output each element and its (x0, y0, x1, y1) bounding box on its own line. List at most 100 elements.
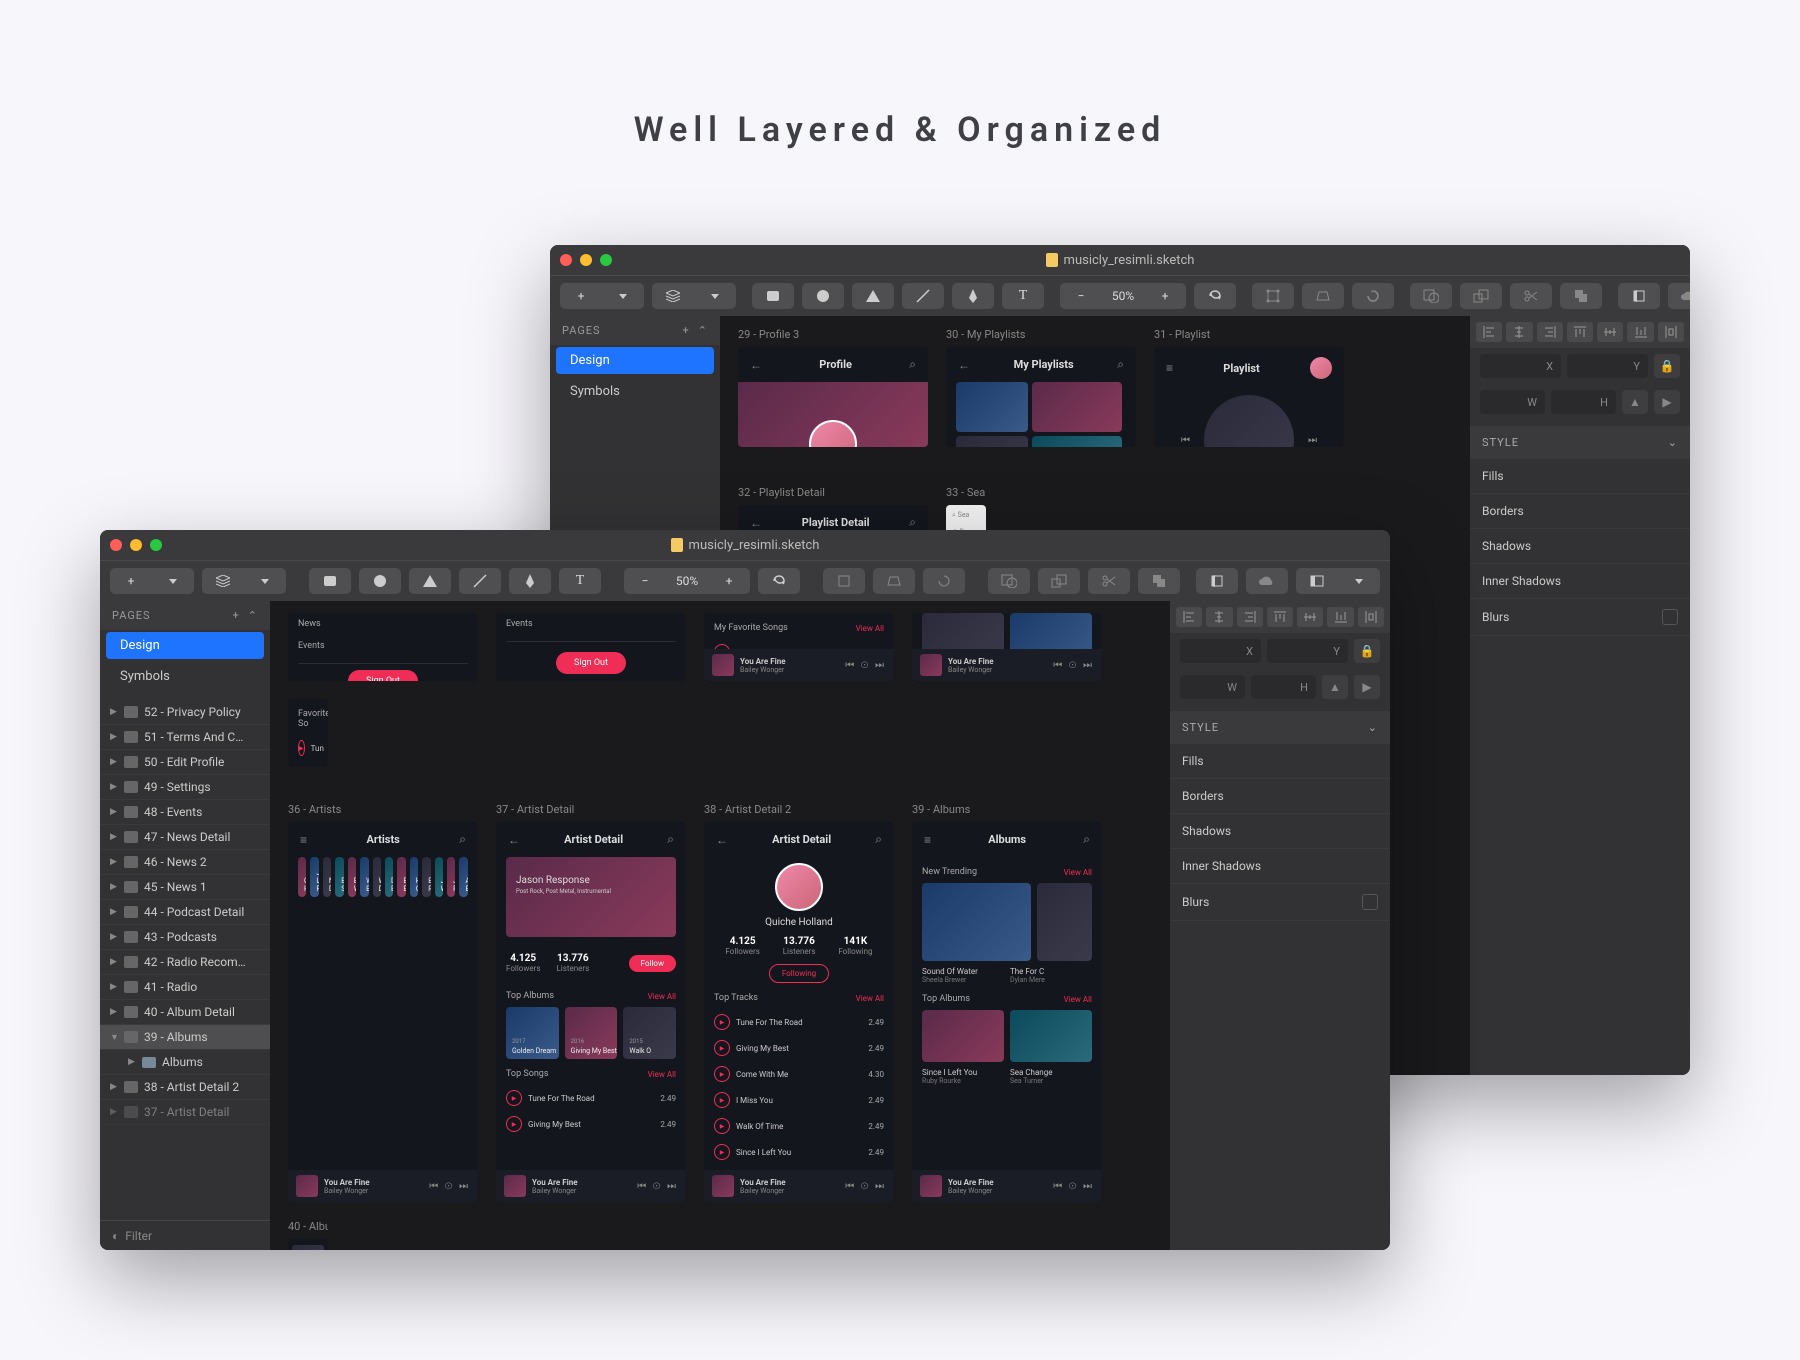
shape-oval-icon[interactable] (359, 568, 401, 594)
style-section[interactable]: STYLE⌄ (1470, 426, 1690, 459)
blurs-item[interactable]: Blurs (1170, 884, 1390, 921)
shape-oval-icon[interactable] (802, 283, 844, 309)
layer-row[interactable]: ▶46 - News 2 (100, 850, 270, 875)
layer-row[interactable]: ▶43 - Podcasts (100, 925, 270, 950)
mask-icon[interactable] (1410, 283, 1452, 309)
shadows-item[interactable]: Shadows (1470, 529, 1690, 564)
filter-input[interactable]: ◐Filter (100, 1220, 270, 1250)
layer-row[interactable]: ▶45 - News 1 (100, 875, 270, 900)
canvas[interactable]: NewsEvents Sign Out Events Sign Out My F… (270, 601, 1170, 1250)
shadows-item[interactable]: Shadows (1170, 814, 1390, 849)
mirror-icon[interactable] (1618, 283, 1660, 309)
titlebar[interactable]: musicly_resimli.sketch (550, 245, 1690, 275)
w-field[interactable]: W (1180, 675, 1245, 699)
page-symbols[interactable]: Symbols (100, 661, 270, 692)
vector-pen-icon[interactable] (952, 283, 994, 309)
style-section[interactable]: STYLE⌄ (1170, 711, 1390, 744)
align-bottom-icon[interactable] (1627, 322, 1653, 342)
avatar[interactable] (1310, 357, 1332, 379)
layer-row[interactable]: ▶44 - Podcast Detail (100, 900, 270, 925)
menu-icon[interactable]: ≡ (924, 833, 931, 847)
player-controls[interactable]: ⏮ ⊙ ⏭ (845, 660, 886, 671)
back-icon[interactable]: ← (716, 833, 728, 847)
vector-pen-icon[interactable] (509, 568, 551, 594)
align-right-icon[interactable] (1537, 322, 1563, 342)
shape-line-icon[interactable] (459, 568, 501, 594)
titlebar[interactable]: musicly_resimli.sketch (100, 530, 1390, 560)
zoom-level[interactable]: 50% (1102, 283, 1144, 309)
borders-item[interactable]: Borders (1470, 494, 1690, 529)
flip-h-icon[interactable]: ▲ (1622, 390, 1648, 414)
fills-item[interactable]: Fills (1170, 744, 1390, 779)
lock-icon[interactable]: 🔒 (1654, 354, 1680, 378)
flip-v-icon[interactable]: ▶ (1354, 675, 1380, 699)
align-top-icon[interactable] (1567, 322, 1593, 342)
layer-row[interactable]: ▶50 - Edit Profile (100, 750, 270, 775)
borders-item[interactable]: Borders (1170, 779, 1390, 814)
layers-icon[interactable] (202, 568, 244, 594)
blurs-item[interactable]: Blurs (1470, 599, 1690, 636)
x-field[interactable]: X (1180, 639, 1261, 663)
add-page-icon[interactable]: + (233, 609, 240, 622)
layer-row[interactable]: ▶40 - Album Detail (100, 1000, 270, 1025)
search-icon[interactable]: ⌕ (909, 357, 916, 372)
layer-row[interactable]: ▶Albums (100, 1050, 270, 1075)
edit-icon[interactable] (1252, 283, 1294, 309)
insert-button[interactable]: + (110, 568, 152, 594)
add-page-icon[interactable]: + (683, 324, 690, 337)
union-icon[interactable] (1560, 283, 1602, 309)
layers-icon[interactable] (652, 283, 694, 309)
prev-icon[interactable]: ⏮ (1181, 435, 1190, 446)
menu-icon[interactable]: ≡ (300, 833, 307, 847)
layers-chevron[interactable] (694, 283, 736, 309)
search-icon[interactable]: ⌕ (667, 832, 674, 847)
shape-rect-icon[interactable] (309, 568, 351, 594)
search-icon[interactable]: ⌕ (909, 515, 916, 530)
insert-chevron[interactable] (602, 283, 644, 309)
scissors-icon[interactable] (1510, 283, 1552, 309)
zoom-in-button[interactable]: + (708, 568, 750, 594)
mirror-icon[interactable] (1196, 568, 1238, 594)
page-design[interactable]: Design (556, 347, 714, 374)
follow-button[interactable]: Follow (629, 955, 676, 972)
next-icon[interactable]: ⏭ (1308, 435, 1317, 446)
layer-row[interactable]: ▶52 - Privacy Policy (100, 700, 270, 725)
shape-triangle-icon[interactable] (409, 568, 451, 594)
search-icon[interactable]: ⌕ (1083, 832, 1090, 847)
text-icon[interactable]: T (1002, 283, 1044, 309)
inner-shadows-item[interactable]: Inner Shadows (1470, 564, 1690, 599)
cloud-icon[interactable] (1668, 283, 1690, 309)
rotate-icon[interactable] (1194, 283, 1236, 309)
zoom-in-button[interactable]: + (1144, 283, 1186, 309)
layer-row[interactable]: ▶51 - Terms And C… (100, 725, 270, 750)
back-icon[interactable]: ← (508, 833, 520, 847)
layer-row[interactable]: ▶41 - Radio (100, 975, 270, 1000)
search-icon[interactable]: ⌕ (1117, 357, 1124, 372)
collapse-pages-icon[interactable]: ⌃ (248, 609, 258, 622)
back-icon[interactable]: ← (750, 516, 762, 530)
rotate2-icon[interactable] (1352, 283, 1394, 309)
layer-row[interactable]: ▶42 - Radio Recom… (100, 950, 270, 975)
h-field[interactable]: H (1251, 675, 1316, 699)
text-icon[interactable]: T (559, 568, 601, 594)
layer-row[interactable]: ▶37 - Artist Detail (100, 1100, 270, 1125)
layer-row[interactable]: ▼39 - Albums (100, 1025, 270, 1050)
inner-shadows-item[interactable]: Inner Shadows (1170, 849, 1390, 884)
sign-out-button[interactable]: Sign Out (348, 670, 418, 681)
rotate-icon[interactable] (758, 568, 800, 594)
search-icon[interactable]: ⌕ (459, 832, 466, 847)
align-center-icon[interactable] (1506, 322, 1532, 342)
back-icon[interactable]: ← (958, 358, 970, 372)
insert-button[interactable]: + (560, 283, 602, 309)
search-icon[interactable]: ⌕ (875, 832, 882, 847)
back-icon[interactable]: ← (750, 358, 762, 372)
layer-row[interactable]: ▶47 - News Detail (100, 825, 270, 850)
sign-out-button[interactable]: Sign Out (556, 652, 626, 674)
shape-triangle-icon[interactable] (852, 283, 894, 309)
layer-row[interactable]: ▶49 - Settings (100, 775, 270, 800)
h-field[interactable]: H (1551, 390, 1616, 414)
zoom-out-button[interactable]: − (1060, 283, 1102, 309)
page-symbols[interactable]: Symbols (550, 376, 720, 407)
distribute-icon[interactable] (1658, 322, 1684, 342)
flip-v-icon[interactable]: ▶ (1654, 390, 1680, 414)
